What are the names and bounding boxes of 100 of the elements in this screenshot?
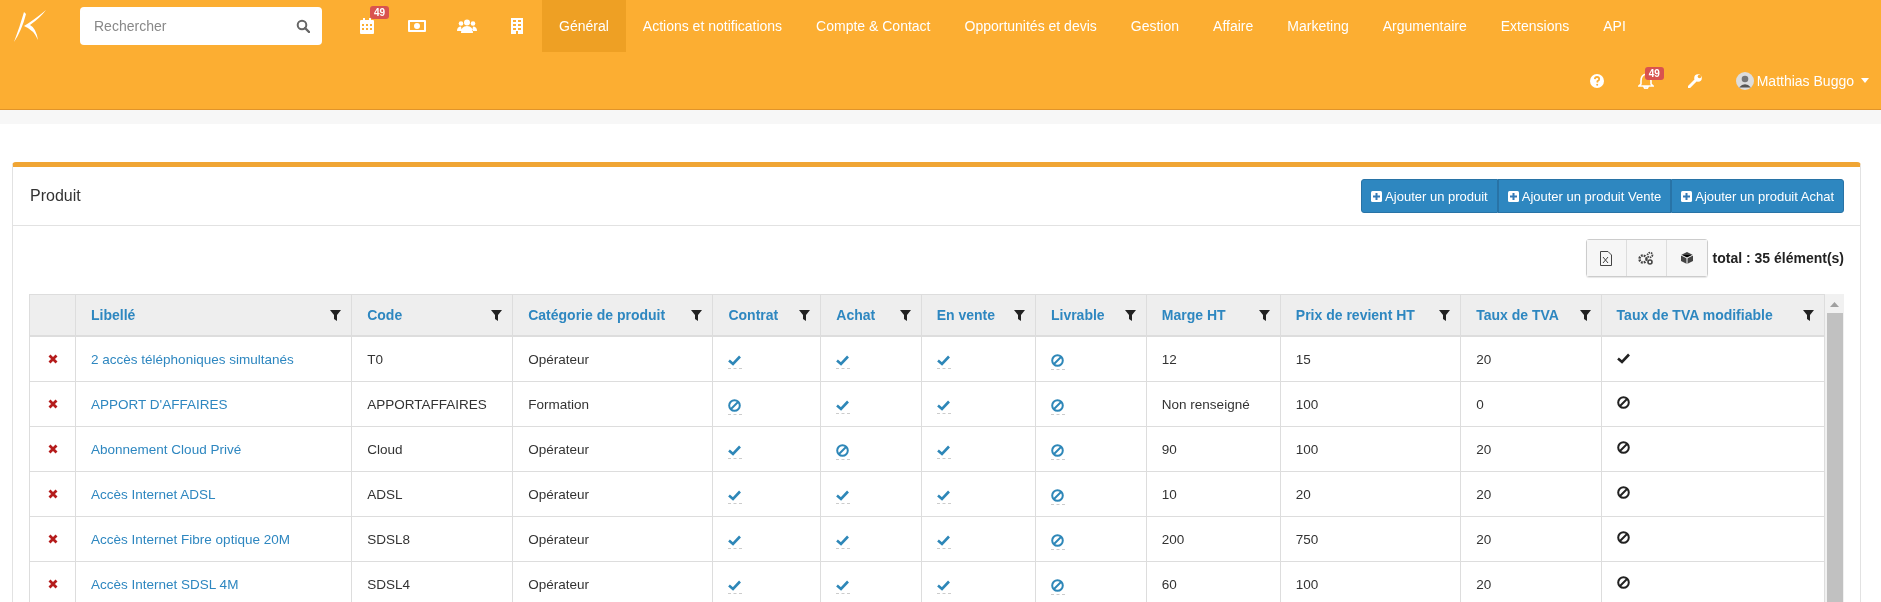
column-header[interactable]: En vente: [936, 307, 995, 323]
table-cell: T0: [367, 351, 383, 367]
excel-export-button[interactable]: [1586, 240, 1627, 276]
table-cell: 20: [1476, 441, 1492, 457]
filter-icon[interactable]: [1439, 309, 1451, 321]
check-icon[interactable]: [936, 489, 950, 501]
column-header[interactable]: Livrable: [1050, 307, 1105, 323]
table-cell: Opérateur: [528, 576, 589, 592]
delete-icon[interactable]: [47, 398, 58, 409]
filter-icon[interactable]: [691, 309, 703, 321]
product-link[interactable]: Abonnement Cloud Privé: [91, 441, 242, 457]
settings-button[interactable]: [1626, 240, 1667, 276]
delete-icon[interactable]: [47, 443, 58, 454]
filter-icon[interactable]: [1579, 309, 1591, 321]
check-icon[interactable]: [836, 489, 850, 501]
ban-icon[interactable]: [1050, 353, 1064, 367]
caret-icon: [1861, 78, 1869, 83]
gears-icon: [1638, 251, 1654, 265]
column-header[interactable]: Libellé: [91, 307, 136, 323]
table-cell: 20: [1476, 351, 1492, 367]
nav-tab[interactable]: Extensions: [1483, 0, 1587, 52]
scroll-up-icon[interactable]: [1830, 302, 1840, 307]
scrollbar[interactable]: [1825, 294, 1844, 602]
nav-tab[interactable]: Actions et notifications: [625, 0, 800, 52]
filter-icon[interactable]: [1124, 309, 1136, 321]
cube-icon: [1679, 251, 1694, 265]
nav-tab[interactable]: API: [1586, 0, 1643, 52]
ban-icon[interactable]: [1050, 578, 1064, 592]
ban-icon[interactable]: [1050, 533, 1064, 547]
filter-icon[interactable]: [899, 309, 911, 321]
search-field[interactable]: Rechercher: [80, 7, 322, 45]
table-cell: 90: [1161, 441, 1177, 457]
ban-icon[interactable]: [1050, 398, 1064, 412]
table-cell: SDSL4: [367, 576, 410, 592]
delete-icon[interactable]: [47, 533, 58, 544]
check-icon[interactable]: [728, 579, 742, 591]
filter-icon[interactable]: [491, 309, 503, 321]
check-icon[interactable]: [728, 534, 742, 546]
check-icon[interactable]: [836, 579, 850, 591]
column-header[interactable]: Contrat: [728, 307, 779, 323]
add-product-button[interactable]: Ajouter un produit: [1361, 179, 1498, 213]
table-cell: 20: [1476, 576, 1492, 592]
nav-tab[interactable]: Compte & Contact: [799, 0, 948, 52]
nav-tab[interactable]: Argumentaire: [1365, 0, 1484, 52]
ban-icon[interactable]: [836, 443, 850, 457]
plus-icon: [1507, 190, 1519, 202]
delete-icon[interactable]: [47, 353, 58, 364]
filter-icon[interactable]: [1013, 309, 1025, 321]
user-menu[interactable]: Matthias Buggo: [1735, 71, 1869, 90]
nav-tab[interactable]: Opportunités et devis: [947, 0, 1114, 52]
product-link[interactable]: APPORT D'AFFAIRES: [91, 396, 228, 412]
table-cell: 60: [1161, 576, 1177, 592]
check-icon[interactable]: [836, 534, 850, 546]
product-link[interactable]: Accès Internet ADSL: [91, 486, 216, 502]
table-cell: SDSL8: [367, 531, 410, 547]
filter-icon[interactable]: [330, 309, 342, 321]
table-cell: 100: [1295, 396, 1319, 412]
total-count: total : 35 élément(s): [1712, 250, 1844, 266]
check-icon[interactable]: [728, 489, 742, 501]
nav-tab[interactable]: Gestion: [1113, 0, 1197, 52]
table-cell: Non renseigné: [1161, 396, 1250, 412]
filter-icon[interactable]: [1258, 309, 1270, 321]
table-cell: APPORTAFFAIRES: [367, 396, 487, 412]
table-cell: Cloud: [367, 441, 403, 457]
table-cell: 20: [1295, 486, 1311, 502]
column-header[interactable]: Achat: [836, 307, 876, 323]
check-icon[interactable]: [728, 354, 742, 366]
ban-icon[interactable]: [1050, 443, 1064, 457]
column-header[interactable]: Marge HT: [1161, 307, 1226, 323]
ban-icon[interactable]: [1050, 488, 1064, 502]
column-header[interactable]: Code: [367, 307, 403, 323]
table-cell: 20: [1476, 486, 1492, 502]
ban-icon[interactable]: [728, 398, 742, 412]
check-icon[interactable]: [936, 354, 950, 366]
check-icon[interactable]: [936, 579, 950, 591]
check-icon[interactable]: [836, 354, 850, 366]
add-product-button[interactable]: Ajouter un produit Achat: [1671, 179, 1844, 213]
table-cell: 100: [1295, 576, 1319, 592]
cube-button[interactable]: [1666, 240, 1707, 276]
table-cell: 0: [1476, 396, 1484, 412]
filter-icon[interactable]: [799, 309, 811, 321]
table-cell: 750: [1295, 531, 1319, 547]
delete-icon[interactable]: [47, 578, 58, 589]
table-cell: Opérateur: [528, 486, 589, 502]
nav-tab[interactable]: Général: [542, 0, 626, 52]
table-cell: Opérateur: [528, 351, 589, 367]
nav-tab[interactable]: Marketing: [1270, 0, 1366, 52]
filter-icon[interactable]: [1803, 309, 1815, 321]
table-cell: 100: [1295, 441, 1319, 457]
plus-icon: [1681, 190, 1693, 202]
table-cell: ADSL: [367, 486, 403, 502]
table-cell: 20: [1476, 531, 1492, 547]
check-icon[interactable]: [728, 444, 742, 456]
add-product-button[interactable]: Ajouter un produit Vente: [1497, 179, 1672, 213]
check-icon[interactable]: [936, 399, 950, 411]
delete-icon[interactable]: [47, 488, 58, 499]
nav-tab[interactable]: Affaire: [1196, 0, 1271, 52]
check-icon[interactable]: [836, 399, 850, 411]
check-icon[interactable]: [936, 534, 950, 546]
check-icon[interactable]: [936, 444, 950, 456]
